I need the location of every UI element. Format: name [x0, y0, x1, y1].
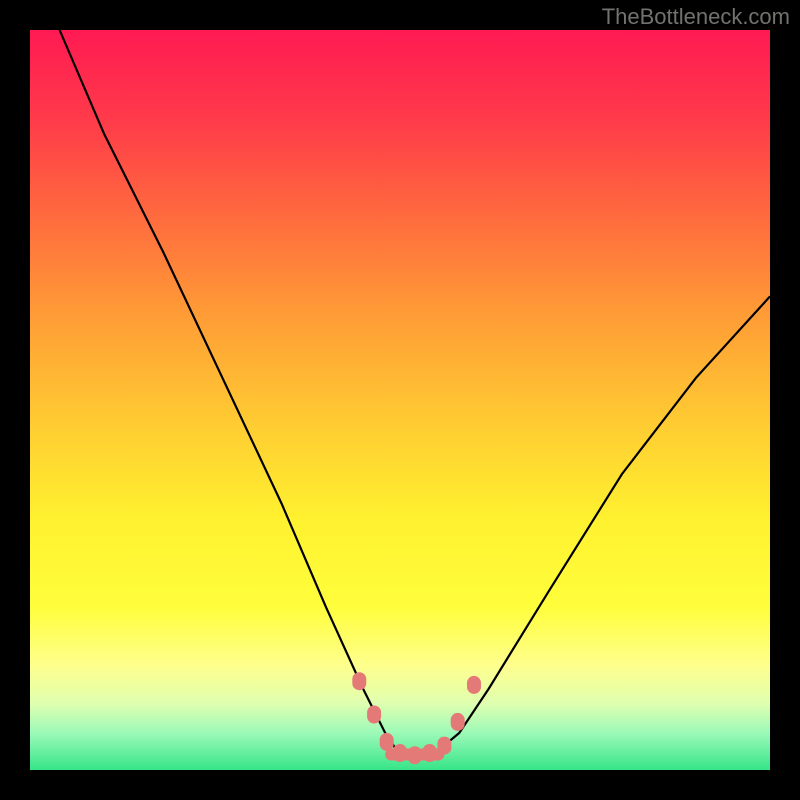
curve-marker [451, 713, 465, 731]
curve-flat-segment [385, 749, 444, 761]
curve-marker [352, 672, 366, 690]
bottleneck-curve [60, 30, 770, 759]
curve-marker [367, 706, 381, 724]
watermark-text: TheBottleneck.com [602, 4, 790, 30]
chart-frame: TheBottleneck.com [0, 0, 800, 800]
curve-layer [30, 30, 770, 770]
curve-marker [380, 733, 394, 751]
curve-marker [467, 676, 481, 694]
